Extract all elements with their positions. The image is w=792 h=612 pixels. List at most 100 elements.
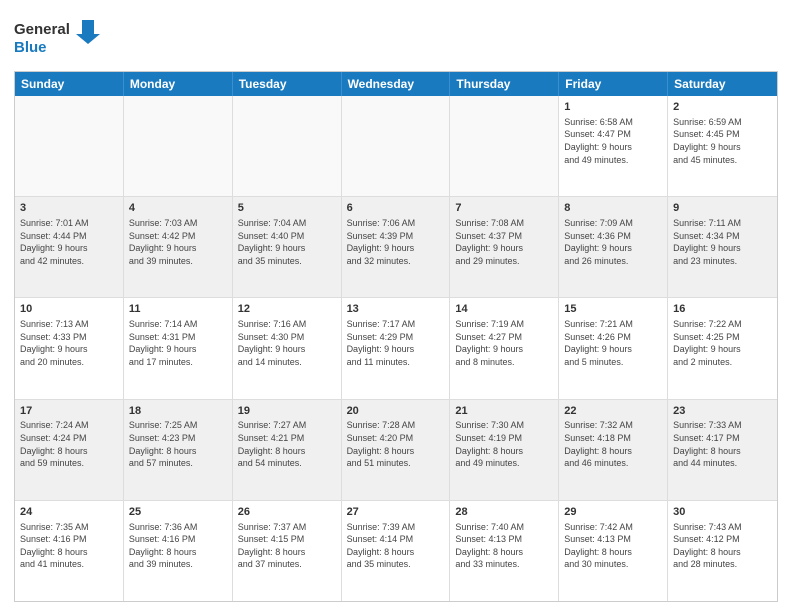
day-info: Sunrise: 7:14 AMSunset: 4:31 PMDaylight:…: [129, 318, 227, 368]
day-number: 3: [20, 201, 118, 216]
calendar-week-1: 1Sunrise: 6:58 AMSunset: 4:47 PMDaylight…: [15, 96, 777, 197]
day-cell-15: 15Sunrise: 7:21 AMSunset: 4:26 PMDayligh…: [559, 298, 668, 398]
day-info: Sunrise: 6:59 AMSunset: 4:45 PMDaylight:…: [673, 116, 772, 166]
day-number: 25: [129, 505, 227, 520]
day-info: Sunrise: 7:25 AMSunset: 4:23 PMDaylight:…: [129, 419, 227, 469]
day-info: Sunrise: 7:04 AMSunset: 4:40 PMDaylight:…: [238, 217, 336, 267]
calendar-week-2: 3Sunrise: 7:01 AMSunset: 4:44 PMDaylight…: [15, 197, 777, 298]
calendar-week-4: 17Sunrise: 7:24 AMSunset: 4:24 PMDayligh…: [15, 400, 777, 501]
day-cell-10: 10Sunrise: 7:13 AMSunset: 4:33 PMDayligh…: [15, 298, 124, 398]
day-number: 24: [20, 505, 118, 520]
header-day-wednesday: Wednesday: [342, 72, 451, 96]
day-cell-6: 6Sunrise: 7:06 AMSunset: 4:39 PMDaylight…: [342, 197, 451, 297]
day-info: Sunrise: 7:27 AMSunset: 4:21 PMDaylight:…: [238, 419, 336, 469]
header: General Blue: [14, 12, 778, 63]
day-info: Sunrise: 7:13 AMSunset: 4:33 PMDaylight:…: [20, 318, 118, 368]
empty-cell: [15, 96, 124, 196]
day-cell-18: 18Sunrise: 7:25 AMSunset: 4:23 PMDayligh…: [124, 400, 233, 500]
day-info: Sunrise: 7:16 AMSunset: 4:30 PMDaylight:…: [238, 318, 336, 368]
day-info: Sunrise: 7:43 AMSunset: 4:12 PMDaylight:…: [673, 521, 772, 571]
day-cell-22: 22Sunrise: 7:32 AMSunset: 4:18 PMDayligh…: [559, 400, 668, 500]
day-cell-26: 26Sunrise: 7:37 AMSunset: 4:15 PMDayligh…: [233, 501, 342, 601]
day-info: Sunrise: 7:39 AMSunset: 4:14 PMDaylight:…: [347, 521, 445, 571]
day-cell-17: 17Sunrise: 7:24 AMSunset: 4:24 PMDayligh…: [15, 400, 124, 500]
day-number: 7: [455, 201, 553, 216]
day-info: Sunrise: 7:22 AMSunset: 4:25 PMDaylight:…: [673, 318, 772, 368]
day-cell-13: 13Sunrise: 7:17 AMSunset: 4:29 PMDayligh…: [342, 298, 451, 398]
day-info: Sunrise: 7:42 AMSunset: 4:13 PMDaylight:…: [564, 521, 662, 571]
day-number: 30: [673, 505, 772, 520]
calendar-body: 1Sunrise: 6:58 AMSunset: 4:47 PMDaylight…: [15, 96, 777, 601]
day-number: 11: [129, 302, 227, 317]
day-number: 8: [564, 201, 662, 216]
day-number: 18: [129, 404, 227, 419]
day-info: Sunrise: 7:11 AMSunset: 4:34 PMDaylight:…: [673, 217, 772, 267]
day-number: 27: [347, 505, 445, 520]
day-info: Sunrise: 7:03 AMSunset: 4:42 PMDaylight:…: [129, 217, 227, 267]
day-info: Sunrise: 7:30 AMSunset: 4:19 PMDaylight:…: [455, 419, 553, 469]
header-day-saturday: Saturday: [668, 72, 777, 96]
day-number: 28: [455, 505, 553, 520]
logo: General Blue: [14, 16, 104, 63]
day-info: Sunrise: 7:06 AMSunset: 4:39 PMDaylight:…: [347, 217, 445, 267]
logo-svg: General Blue: [14, 16, 104, 58]
header-day-thursday: Thursday: [450, 72, 559, 96]
empty-cell: [233, 96, 342, 196]
day-cell-20: 20Sunrise: 7:28 AMSunset: 4:20 PMDayligh…: [342, 400, 451, 500]
day-number: 21: [455, 404, 553, 419]
day-number: 17: [20, 404, 118, 419]
day-number: 4: [129, 201, 227, 216]
day-number: 6: [347, 201, 445, 216]
day-cell-19: 19Sunrise: 7:27 AMSunset: 4:21 PMDayligh…: [233, 400, 342, 500]
day-number: 15: [564, 302, 662, 317]
day-number: 26: [238, 505, 336, 520]
day-cell-30: 30Sunrise: 7:43 AMSunset: 4:12 PMDayligh…: [668, 501, 777, 601]
day-info: Sunrise: 7:40 AMSunset: 4:13 PMDaylight:…: [455, 521, 553, 571]
day-info: Sunrise: 7:24 AMSunset: 4:24 PMDaylight:…: [20, 419, 118, 469]
day-cell-27: 27Sunrise: 7:39 AMSunset: 4:14 PMDayligh…: [342, 501, 451, 601]
day-number: 29: [564, 505, 662, 520]
empty-cell: [450, 96, 559, 196]
day-cell-25: 25Sunrise: 7:36 AMSunset: 4:16 PMDayligh…: [124, 501, 233, 601]
day-number: 10: [20, 302, 118, 317]
day-number: 5: [238, 201, 336, 216]
day-number: 16: [673, 302, 772, 317]
day-cell-28: 28Sunrise: 7:40 AMSunset: 4:13 PMDayligh…: [450, 501, 559, 601]
day-cell-12: 12Sunrise: 7:16 AMSunset: 4:30 PMDayligh…: [233, 298, 342, 398]
day-cell-11: 11Sunrise: 7:14 AMSunset: 4:31 PMDayligh…: [124, 298, 233, 398]
calendar-week-3: 10Sunrise: 7:13 AMSunset: 4:33 PMDayligh…: [15, 298, 777, 399]
day-cell-5: 5Sunrise: 7:04 AMSunset: 4:40 PMDaylight…: [233, 197, 342, 297]
day-info: Sunrise: 7:09 AMSunset: 4:36 PMDaylight:…: [564, 217, 662, 267]
day-info: Sunrise: 7:19 AMSunset: 4:27 PMDaylight:…: [455, 318, 553, 368]
day-info: Sunrise: 7:08 AMSunset: 4:37 PMDaylight:…: [455, 217, 553, 267]
calendar-week-5: 24Sunrise: 7:35 AMSunset: 4:16 PMDayligh…: [15, 501, 777, 601]
day-cell-23: 23Sunrise: 7:33 AMSunset: 4:17 PMDayligh…: [668, 400, 777, 500]
day-number: 20: [347, 404, 445, 419]
header-day-monday: Monday: [124, 72, 233, 96]
svg-text:General: General: [14, 21, 70, 38]
day-info: Sunrise: 6:58 AMSunset: 4:47 PMDaylight:…: [564, 116, 662, 166]
svg-text:Blue: Blue: [14, 39, 47, 56]
calendar-header-row: SundayMondayTuesdayWednesdayThursdayFrid…: [15, 72, 777, 96]
day-number: 9: [673, 201, 772, 216]
day-number: 22: [564, 404, 662, 419]
day-number: 19: [238, 404, 336, 419]
day-info: Sunrise: 7:01 AMSunset: 4:44 PMDaylight:…: [20, 217, 118, 267]
empty-cell: [342, 96, 451, 196]
day-info: Sunrise: 7:21 AMSunset: 4:26 PMDaylight:…: [564, 318, 662, 368]
day-cell-7: 7Sunrise: 7:08 AMSunset: 4:37 PMDaylight…: [450, 197, 559, 297]
day-info: Sunrise: 7:37 AMSunset: 4:15 PMDaylight:…: [238, 521, 336, 571]
day-number: 23: [673, 404, 772, 419]
day-number: 13: [347, 302, 445, 317]
day-info: Sunrise: 7:28 AMSunset: 4:20 PMDaylight:…: [347, 419, 445, 469]
day-cell-21: 21Sunrise: 7:30 AMSunset: 4:19 PMDayligh…: [450, 400, 559, 500]
day-number: 14: [455, 302, 553, 317]
day-info: Sunrise: 7:35 AMSunset: 4:16 PMDaylight:…: [20, 521, 118, 571]
day-cell-2: 2Sunrise: 6:59 AMSunset: 4:45 PMDaylight…: [668, 96, 777, 196]
empty-cell: [124, 96, 233, 196]
day-cell-8: 8Sunrise: 7:09 AMSunset: 4:36 PMDaylight…: [559, 197, 668, 297]
day-cell-3: 3Sunrise: 7:01 AMSunset: 4:44 PMDaylight…: [15, 197, 124, 297]
day-number: 12: [238, 302, 336, 317]
logo-block: General Blue: [14, 16, 104, 63]
day-info: Sunrise: 7:33 AMSunset: 4:17 PMDaylight:…: [673, 419, 772, 469]
